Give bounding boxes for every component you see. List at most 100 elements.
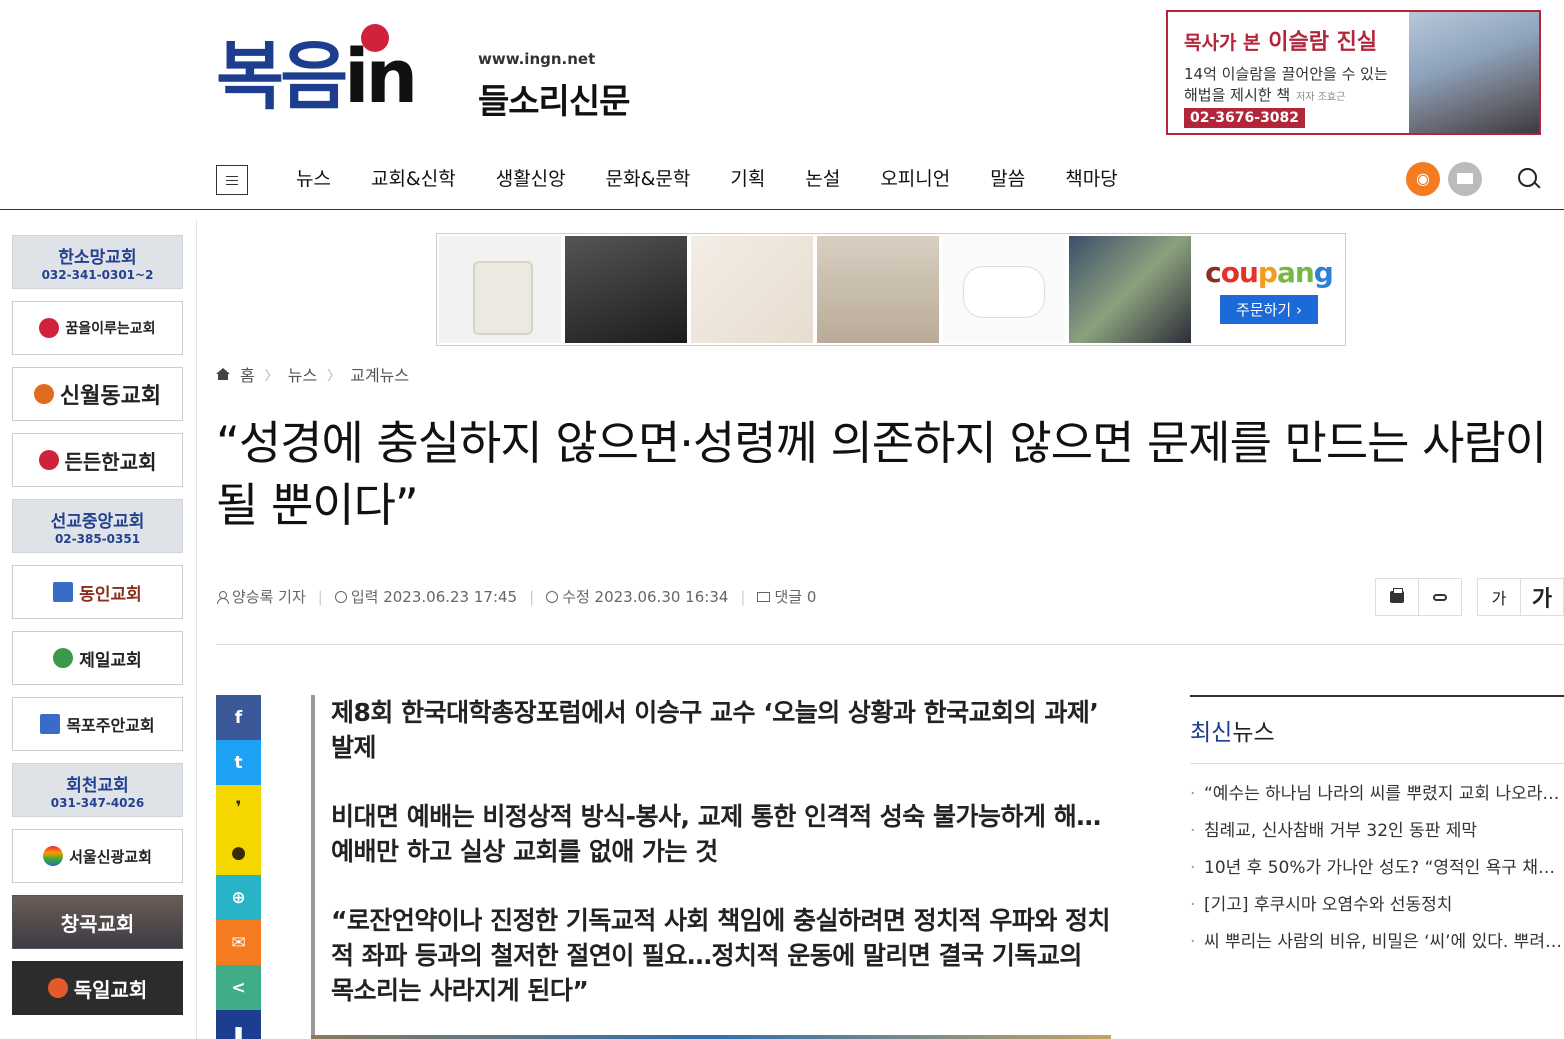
clock-icon [334, 590, 347, 603]
left-ad-deundeun[interactable]: 든든한교회 [12, 433, 183, 487]
coupang-brand: coupang 주문하기 › [1195, 236, 1343, 343]
edit-date: 수정 2023.06.30 16:34 [546, 586, 728, 607]
meta-divider [216, 644, 1564, 645]
logo-subtitle: 들소리신문 [478, 82, 630, 122]
author: 양승록 기자 [216, 586, 306, 607]
latest-news-heading: 최신뉴스 [1190, 720, 1275, 746]
product-socks-image[interactable] [943, 236, 1065, 343]
left-ad-sinwoldong[interactable]: 신월동교회 [12, 367, 183, 421]
chevron-right-icon: 〉 [264, 368, 278, 384]
left-ad-hansomang[interactable]: 한소망교회 032-341-0301~2 [12, 235, 183, 289]
summary-paragraph: 제8회 한국대학총장포럼에서 이승구 교수 ‘오늘의 상황과 한국교회의 과제’… [331, 698, 1099, 762]
church-logo-icon [53, 582, 74, 602]
more-share-icon[interactable]: < [216, 965, 261, 1010]
copy-url-share-icon[interactable]: ⊕ [216, 875, 261, 920]
email-share-icon[interactable]: ✉ [216, 920, 261, 965]
latest-news-panel: 최신뉴스 “예수는 하나님 나라의 씨를 뿌렸지 교회 나오라… 침례교, 신사… [1190, 695, 1564, 961]
latest-news-item[interactable]: [기고] 후쿠시마 오염수와 선동정치 [1190, 887, 1564, 924]
hamburger-menu-button[interactable] [216, 165, 248, 195]
breadcrumb-church-news[interactable]: 교계뉴스 [350, 362, 409, 386]
link-icon [1433, 593, 1447, 601]
flame-logo-icon [47, 978, 68, 998]
church-logo-icon [38, 450, 59, 470]
article-tools: 가 가 [1375, 578, 1564, 616]
article-summary: 제8회 한국대학총장포럼에서 이승구 교수 ‘오늘의 상황과 한국교회의 과제’… [311, 695, 1111, 1039]
rss-icon[interactable]: ◉ [1406, 162, 1440, 196]
left-sidebar-ads: 한소망교회 032-341-0301~2 꿈을이루는교회 신월동교회 든든한교회 … [12, 235, 184, 1027]
comment-icon [757, 591, 771, 602]
home-icon [216, 368, 230, 380]
nav-item-editorial[interactable]: 논설 [785, 150, 860, 208]
summary-paragraph: “로잔언약이나 진정한 기독교적 사회 책임에 충실하려면 정치적 우파와 정치… [331, 906, 1111, 1005]
nav-item-opinion[interactable]: 오피니언 [860, 150, 970, 208]
left-ad-dongin[interactable]: 동인교회 [12, 565, 183, 619]
article-photo [311, 1035, 1111, 1039]
kakaostory-share-icon[interactable]: ❜ [216, 785, 261, 830]
breadcrumb: 홈 〉 뉴스 〉 교계뉴스 [216, 362, 409, 386]
site-logo[interactable]: 복음in www.ingn.net 들소리신문 [216, 22, 716, 122]
nav-items: 뉴스 교회&신학 생활신앙 문화&문학 기획 논설 오피니언 말씀 책마당 [276, 150, 1138, 208]
user-icon [216, 590, 229, 604]
input-date: 입력 2023.06.23 17:45 [334, 586, 517, 607]
product-chain-image[interactable] [691, 236, 813, 343]
left-ad-dogil[interactable]: 독일교회 [12, 961, 183, 1015]
ad-phone: 02-3676-3082 [1184, 108, 1306, 128]
ad-description: 14억 이슬람을 끌어안을 수 있는 해법을 제시한 책 저자 조효근 [1184, 65, 1388, 104]
latest-news-item[interactable]: 침례교, 신사참배 거부 32인 동판 제막 [1190, 813, 1564, 850]
print-share-icon[interactable]: ▮ [216, 1010, 261, 1039]
breadcrumb-news[interactable]: 뉴스 [288, 362, 317, 386]
font-decrease-button[interactable]: 가 [1477, 578, 1521, 616]
nav-item-sermon[interactable]: 말씀 [970, 150, 1045, 208]
comment-count[interactable]: 댓글 0 [757, 586, 816, 607]
breadcrumb-home[interactable]: 홈 [240, 362, 255, 386]
left-ad-seoul-singwang[interactable]: 서울신광교회 [12, 829, 183, 883]
product-hairband-image[interactable] [1069, 236, 1191, 343]
latest-news-item[interactable]: 10년 후 50%가 가나안 성도? “영적인 욕구 채워… [1190, 850, 1564, 887]
sidebar-divider [196, 220, 197, 1039]
coupang-order-button[interactable]: 주문하기 › [1220, 294, 1318, 324]
product-bag-image[interactable] [565, 236, 687, 343]
font-increase-button[interactable]: 가 [1520, 578, 1564, 616]
nav-item-news[interactable]: 뉴스 [276, 150, 351, 208]
check-circle-icon [546, 590, 559, 603]
coupang-ad-banner[interactable]: coupang 주문하기 › [436, 233, 1346, 346]
copy-link-button[interactable] [1418, 578, 1462, 616]
latest-news-item[interactable]: 씨 뿌리는 사람의 비유, 비밀은 ‘씨’에 있다. 뿌려… [1190, 924, 1564, 961]
coupang-logo: coupang [1205, 255, 1334, 289]
facebook-share-icon[interactable]: f [216, 695, 261, 740]
search-icon[interactable] [1512, 162, 1546, 196]
left-ad-changgok[interactable]: 창곡교회 [12, 895, 183, 949]
church-logo-icon [40, 714, 61, 734]
article-meta: 양승록 기자 | 입력 2023.06.23 17:45 | 수정 2023.0… [216, 586, 816, 607]
top-banner-ad[interactable]: 목사가 본 이슬람 진실 14억 이슬람을 끌어안을 수 있는 해법을 제시한 … [1166, 10, 1541, 135]
print-icon [1390, 588, 1404, 603]
nav-item-life-faith[interactable]: 생활신앙 [476, 150, 586, 208]
print-button[interactable] [1375, 578, 1419, 616]
kakaotalk-share-icon[interactable]: ● [216, 830, 261, 875]
nav-icons: ◉ [1406, 162, 1546, 196]
logo-main: 복음in [216, 34, 418, 120]
twitter-share-icon[interactable]: t [216, 740, 261, 785]
latest-news-list: “예수는 하나님 나라의 씨를 뿌렸지 교회 나오라… 침례교, 신사참배 거부… [1190, 776, 1564, 961]
nav-item-culture-literature[interactable]: 문화&문학 [586, 150, 711, 208]
rainbow-logo-icon [43, 846, 64, 866]
nav-item-church-theology[interactable]: 교회&신학 [351, 150, 476, 208]
left-ad-kkum[interactable]: 꿈을이루는교회 [12, 301, 183, 355]
product-suitcase-image[interactable] [439, 236, 561, 343]
article-title: “성경에 충실하지 않으면·성령께 의존하지 않으면 문제를 만드는 사람이 될… [216, 416, 1547, 532]
left-ad-jeil[interactable]: 제일교회 [12, 631, 183, 685]
left-ad-mokpo-juan[interactable]: 목포주안교회 [12, 697, 183, 751]
main-nav: 뉴스 교회&신학 생활신앙 문화&문학 기획 논설 오피니언 말씀 책마당 ◉ [0, 150, 1564, 210]
ad-mosque-image [1409, 12, 1539, 133]
church-logo-icon [33, 384, 54, 404]
ad-title: 목사가 본 이슬람 진실 [1184, 30, 1378, 55]
chevron-right-icon: 〉 [327, 368, 341, 384]
product-dress-image[interactable] [817, 236, 939, 343]
left-ad-seongyo[interactable]: 선교중앙교회 02-385-0351 [12, 499, 183, 553]
latest-news-item[interactable]: “예수는 하나님 나라의 씨를 뿌렸지 교회 나오라… [1190, 776, 1564, 813]
nav-item-books[interactable]: 책마당 [1045, 150, 1137, 208]
left-ad-hoecheon[interactable]: 회천교회 031-347-4026 [12, 763, 183, 817]
mail-icon[interactable] [1448, 162, 1482, 196]
church-logo-icon [53, 648, 74, 668]
nav-item-feature[interactable]: 기획 [710, 150, 785, 208]
